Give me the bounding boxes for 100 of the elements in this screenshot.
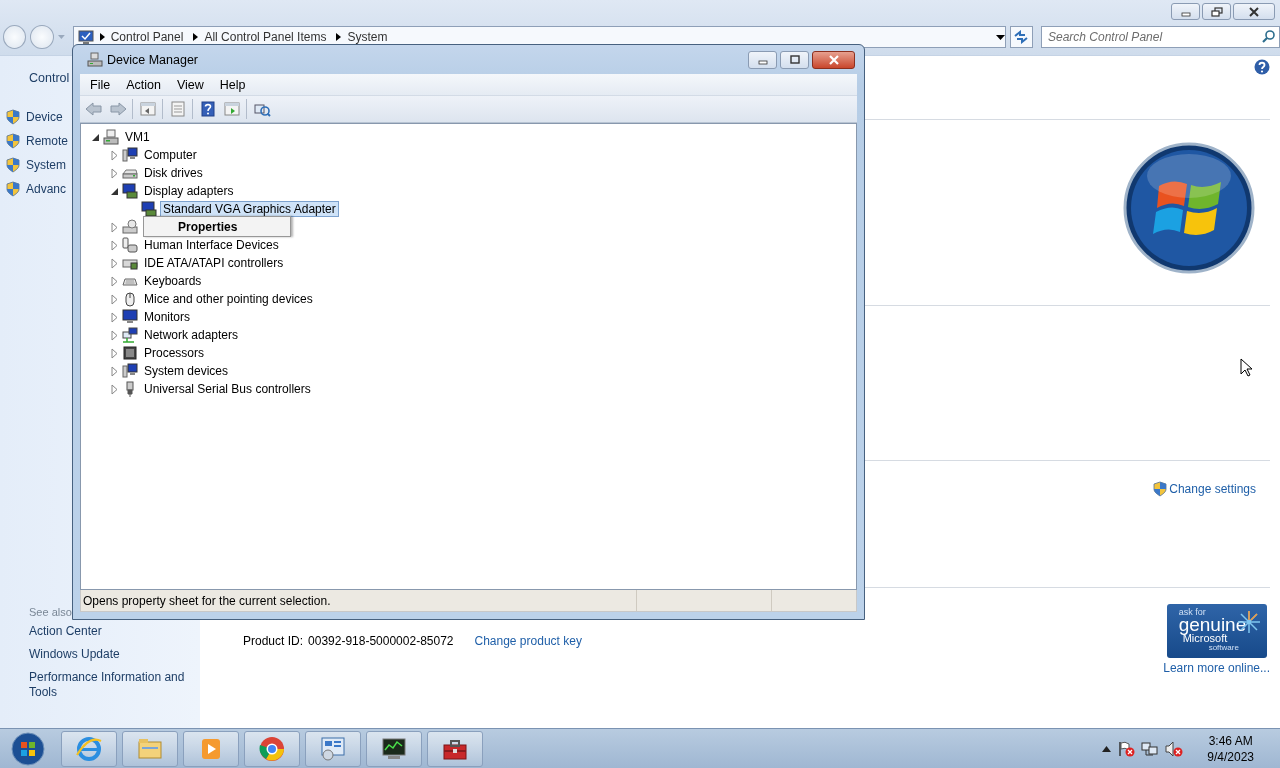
menu-item[interactable]: Action bbox=[118, 74, 169, 95]
breadcrumb-arrow-icon bbox=[99, 33, 105, 41]
tree-item[interactable]: VM1 bbox=[122, 129, 153, 145]
clock-time[interactable]: 3:46 AM bbox=[1208, 732, 1253, 749]
breadcrumb-link[interactable]: All Control Panel Items bbox=[204, 30, 327, 44]
learn-more-link[interactable]: Learn more online... bbox=[1163, 661, 1270, 675]
minimize-button[interactable] bbox=[748, 50, 777, 69]
sidebar-link[interactable]: Performance Information and Tools bbox=[29, 670, 194, 700]
computer-icon bbox=[122, 363, 138, 379]
sidebar-link[interactable]: Action Center bbox=[29, 624, 194, 639]
breadcrumb-link[interactable]: System bbox=[347, 30, 388, 44]
tree-item[interactable]: Processors bbox=[141, 345, 208, 361]
back-button[interactable] bbox=[3, 25, 27, 49]
restore-icon bbox=[1210, 6, 1223, 17]
genuine-badge[interactable]: ask for genuine Microsoft software bbox=[1166, 604, 1267, 658]
taskbar-button[interactable] bbox=[366, 730, 422, 767]
close-icon bbox=[827, 54, 840, 65]
status-text: Opens property sheet for the current selection. bbox=[82, 593, 332, 608]
display-adapter-icon bbox=[122, 183, 138, 199]
shield-icon bbox=[6, 109, 20, 125]
expand-arrow-icon[interactable] bbox=[109, 239, 120, 251]
clock-date[interactable]: 9/4/2023 bbox=[1207, 748, 1254, 765]
close-button[interactable] bbox=[1233, 3, 1275, 20]
tree-item[interactable]: Universal Serial Bus controllers bbox=[141, 381, 314, 397]
menu-item[interactable]: Help bbox=[211, 74, 254, 95]
network-icon bbox=[122, 327, 138, 343]
monitor-icon bbox=[122, 309, 138, 325]
flag-icon[interactable] bbox=[1117, 740, 1136, 757]
expand-arrow-icon[interactable] bbox=[109, 149, 120, 161]
search-icon[interactable] bbox=[1262, 30, 1275, 43]
tree-item[interactable]: Disk drives bbox=[141, 165, 206, 181]
menu-item[interactable]: View bbox=[168, 74, 212, 95]
computer-icon bbox=[122, 147, 138, 163]
refresh-button[interactable] bbox=[1009, 26, 1033, 48]
tree-item[interactable]: Standard VGA Graphics Adapter bbox=[160, 201, 339, 217]
expand-arrow-icon[interactable] bbox=[109, 221, 120, 233]
network-icon[interactable] bbox=[1141, 740, 1160, 757]
taskbar-button[interactable] bbox=[427, 730, 483, 767]
expand-arrow-icon[interactable] bbox=[109, 365, 120, 377]
display-adapter-icon bbox=[141, 201, 157, 217]
shield-icon bbox=[6, 157, 20, 173]
badge-text: software bbox=[1208, 644, 1239, 652]
breadcrumb-arrow-icon bbox=[193, 33, 199, 41]
tree-item[interactable]: Monitors bbox=[141, 309, 193, 325]
section-heading: See also bbox=[29, 606, 72, 618]
browser-icon bbox=[75, 734, 103, 763]
close-icon bbox=[1248, 6, 1260, 17]
close-button[interactable] bbox=[812, 50, 855, 69]
change-product-key-link[interactable]: Change product key bbox=[474, 634, 582, 648]
control-panel-icon bbox=[319, 734, 347, 763]
field-label: Product ID: bbox=[243, 634, 304, 648]
product-id: 00392-918-5000002-85072 bbox=[308, 634, 454, 648]
badge-text: genuine bbox=[1178, 617, 1247, 633]
expand-arrow-icon[interactable] bbox=[109, 167, 120, 179]
expand-arrow-icon[interactable] bbox=[109, 347, 120, 359]
expand-arrow-icon[interactable] bbox=[109, 329, 120, 341]
drive-icon bbox=[122, 219, 138, 235]
chrome-icon bbox=[258, 734, 286, 763]
tree-item[interactable]: IDE ATA/ATAPI controllers bbox=[141, 255, 287, 271]
breadcrumb-arrow-icon bbox=[336, 33, 342, 41]
tree-item[interactable]: Keyboards bbox=[141, 273, 205, 289]
window-title: Device Manager bbox=[107, 52, 198, 67]
maximize-icon bbox=[788, 54, 801, 65]
change-settings-link[interactable]: Change settings bbox=[1169, 482, 1256, 496]
expand-arrow-icon[interactable] bbox=[109, 383, 120, 395]
search-field[interactable]: Search Control Panel bbox=[1041, 26, 1280, 48]
sidebar-link[interactable]: Device bbox=[26, 110, 63, 124]
expand-arrow-icon[interactable] bbox=[109, 293, 120, 305]
sidebar-link[interactable]: System bbox=[26, 158, 66, 172]
sidebar-link[interactable]: Windows Update bbox=[29, 647, 194, 662]
sidebar-link[interactable]: Remote bbox=[26, 134, 69, 148]
tree-item[interactable]: Display adapters bbox=[141, 183, 237, 199]
forward-button[interactable] bbox=[30, 25, 54, 49]
maximize-button[interactable] bbox=[780, 50, 809, 69]
expand-arrow-icon[interactable] bbox=[109, 311, 120, 323]
show-hidden-icons-icon[interactable] bbox=[1102, 745, 1112, 752]
computer-icon bbox=[77, 29, 94, 45]
shield-icon bbox=[6, 133, 20, 149]
tree-item[interactable]: Mice and other pointing devices bbox=[141, 291, 316, 307]
help-icon[interactable] bbox=[1254, 59, 1270, 75]
tree-item[interactable]: Human Interface Devices bbox=[141, 237, 282, 253]
restore-button[interactable] bbox=[1202, 3, 1231, 20]
dropdown-arrow-icon[interactable] bbox=[995, 34, 1005, 40]
computer-icon bbox=[103, 129, 119, 145]
menu-item[interactable]: Properties bbox=[178, 219, 238, 234]
speaker-muted-icon[interactable] bbox=[1165, 740, 1184, 757]
shield-icon bbox=[1153, 481, 1168, 497]
chip-icon bbox=[122, 345, 138, 361]
device-manager-icon bbox=[87, 51, 103, 68]
sidebar-link[interactable]: Control bbox=[29, 71, 70, 85]
expand-arrow-icon[interactable] bbox=[109, 257, 120, 269]
sidebar-link[interactable]: Advanc bbox=[26, 182, 67, 196]
tree-item[interactable]: Computer bbox=[141, 147, 200, 163]
breadcrumb-link[interactable]: Control Panel bbox=[110, 30, 184, 44]
expand-arrow-icon[interactable] bbox=[109, 275, 120, 287]
mouse-pointer-icon bbox=[1240, 358, 1253, 377]
tree-item[interactable]: System devices bbox=[141, 363, 232, 379]
menu-item[interactable]: File bbox=[82, 74, 119, 95]
tree-item[interactable]: Network adapters bbox=[141, 327, 242, 343]
gamepad-icon bbox=[122, 237, 138, 253]
